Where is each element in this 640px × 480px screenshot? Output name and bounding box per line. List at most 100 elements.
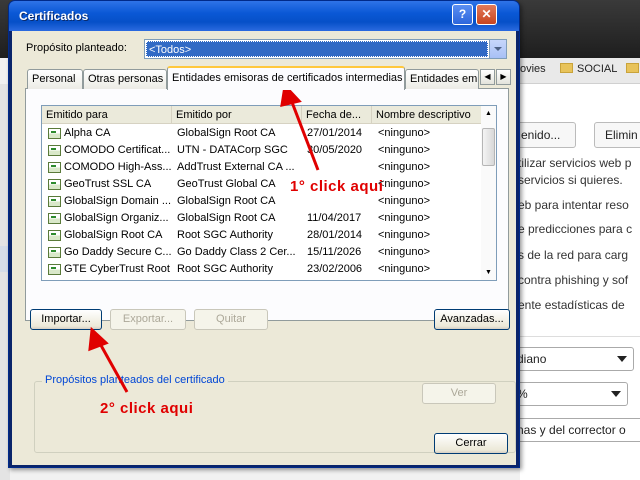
tab-intermediate-ca[interactable]: Entidades emisoras de certificados inter… xyxy=(167,66,405,90)
certificate-icon xyxy=(48,179,61,190)
cell-by: GlobalSign Root CA xyxy=(177,212,276,224)
table-row[interactable]: GeoTrust SSL CA GeoTrust Global CA <ningun… xyxy=(42,176,482,193)
cell-date: 27/01/2014 xyxy=(307,127,363,139)
tab-otras-personas[interactable]: Otras personas xyxy=(83,69,167,89)
table-row[interactable]: GlobalSign Domain ... GlobalSign Root CA <… xyxy=(42,193,482,210)
certificate-icon xyxy=(48,230,61,241)
certificate-icon xyxy=(48,162,61,173)
spellcheck-select-value: nas y del corrector o xyxy=(517,423,626,437)
cell-to: GTE CyberTrust Root xyxy=(64,263,170,275)
list-scrollbar[interactable]: ▲ ▼ xyxy=(481,106,496,280)
cell-name: <ninguno> xyxy=(378,161,430,173)
purpose-label: Propósito planteado: xyxy=(26,42,127,54)
zoom-select[interactable]: % xyxy=(510,382,628,406)
cell-to: GlobalSign Root CA xyxy=(64,229,163,241)
certificate-icon xyxy=(48,128,61,139)
dialog-title: Certificados xyxy=(19,9,89,23)
scrollbar-thumb[interactable] xyxy=(482,128,495,166)
bookmark-folder[interactable] xyxy=(626,63,640,75)
chevron-down-icon xyxy=(494,47,502,51)
cell-name: <ninguno> xyxy=(378,127,430,139)
cell-name: <ninguno> xyxy=(378,144,430,156)
table-row[interactable]: COMODO Certificat... UTN - DATACorp SGC 30… xyxy=(42,142,482,159)
settings-text-3: eb para intentar reso xyxy=(518,198,629,212)
table-row[interactable]: Alpha CA GlobalSign Root CA 27/01/2014 <nin… xyxy=(42,125,482,142)
help-icon: ? xyxy=(458,7,467,21)
certificate-icon xyxy=(48,247,61,258)
cell-date: 23/02/2006 xyxy=(307,263,363,275)
cell-to: Go Daddy Secure C... xyxy=(64,246,172,258)
cell-date: 11/04/2017 xyxy=(307,212,362,224)
scroll-up-icon[interactable]: ▲ xyxy=(481,106,496,121)
advanced-button[interactable]: Avanzadas... xyxy=(434,309,510,330)
table-row[interactable]: GTE CyberTrust Root Root SGC Authority 23/… xyxy=(42,261,482,278)
cell-name: <ninguno> xyxy=(378,212,430,224)
chevron-left-icon: ◀ xyxy=(484,72,491,81)
column-emitido-para[interactable]: Emitido para xyxy=(42,106,172,124)
dialog-body: Propósito planteado: <Todos> Personal Ot… xyxy=(12,31,516,465)
purpose-dropdown-button[interactable] xyxy=(489,40,506,58)
settings-text-6: contra phishing y sof xyxy=(518,273,629,287)
import-button[interactable]: Importar... xyxy=(30,309,102,330)
chevron-down-icon xyxy=(617,356,627,362)
cell-name: <ninguno> xyxy=(378,246,430,258)
language-select-value: diano xyxy=(517,352,547,366)
dialog-titlebar[interactable]: Certificados ? ✕ xyxy=(9,1,519,31)
close-icon: ✕ xyxy=(481,7,492,21)
cell-name: <ninguno> xyxy=(378,229,430,241)
tab-personal[interactable]: Personal xyxy=(27,69,83,89)
folder-icon xyxy=(560,63,573,73)
cell-name: <ninguno> xyxy=(378,195,430,207)
language-select[interactable]: diano xyxy=(510,347,634,371)
certificate-icon xyxy=(48,145,61,156)
cell-by: Root SGC Authority xyxy=(177,263,273,275)
cell-name: <ninguno> xyxy=(378,178,430,190)
column-emitido-por[interactable]: Emitido por xyxy=(172,106,302,124)
cell-by: AddTrust External CA ... xyxy=(177,161,295,173)
cell-by: GeoTrust Global CA xyxy=(177,178,276,190)
export-button[interactable]: Exportar... xyxy=(110,309,186,330)
help-button[interactable]: ? xyxy=(452,4,473,25)
divider xyxy=(520,336,640,337)
cell-by: Root SGC Authority xyxy=(177,229,273,241)
certificate-icon xyxy=(48,213,61,224)
settings-text-4: e predicciones para c xyxy=(518,222,633,236)
remove-button[interactable]: Quitar xyxy=(194,309,268,330)
view-button[interactable]: Ver xyxy=(422,383,496,404)
table-row[interactable]: GlobalSign Organiz... GlobalSign Root CA 1… xyxy=(42,210,482,227)
spellcheck-select[interactable]: nas y del corrector o xyxy=(510,418,640,442)
cell-date: 30/05/2020 xyxy=(307,144,363,156)
cell-date: 15/11/2026 xyxy=(307,246,362,258)
delete-button[interactable]: Elimin xyxy=(594,122,640,148)
close-button[interactable]: Cerrar xyxy=(434,433,508,454)
purposes-group-label: Propósitos planteados del certificado xyxy=(42,374,228,386)
list-header: Emitido para Emitido por Fecha de... Nom… xyxy=(42,106,482,124)
table-row[interactable]: COMODO High-Ass... AddTrust External CA .… xyxy=(42,159,482,176)
certificate-list[interactable]: Emitido para Emitido por Fecha de... Nom… xyxy=(41,105,497,281)
scroll-down-icon[interactable]: ▼ xyxy=(481,265,496,280)
bookmark-social[interactable]: SOCIAL xyxy=(560,63,617,75)
settings-text-7: ente estadísticas de xyxy=(518,298,625,312)
cell-by: GlobalSign Root CA xyxy=(177,127,276,139)
tab-scroll-right-button[interactable]: ▶ xyxy=(496,69,511,85)
tab-scroll-left-button[interactable]: ◀ xyxy=(480,69,495,85)
column-fecha[interactable]: Fecha de... xyxy=(302,106,372,124)
settings-text-5: s de la red para carg xyxy=(518,248,629,262)
column-nombre[interactable]: Nombre descriptivo xyxy=(372,106,482,124)
table-row[interactable]: Go Daddy Secure C... Go Daddy Class 2 Cer… xyxy=(42,244,482,261)
cell-to: GlobalSign Organiz... xyxy=(64,212,169,224)
certificates-dialog: Certificados ? ✕ Propósito planteado: <T… xyxy=(8,0,520,468)
cell-to: Alpha CA xyxy=(64,127,111,139)
cell-date: 28/01/2014 xyxy=(307,229,363,241)
chevron-down-icon xyxy=(611,391,621,397)
close-window-button[interactable]: ✕ xyxy=(476,4,497,25)
bookmark-movies[interactable]: ovies xyxy=(520,63,546,75)
purpose-select[interactable]: <Todos> xyxy=(144,39,507,59)
cell-to: COMODO Certificat... xyxy=(64,144,171,156)
annotation-step-1: 1° click aqui xyxy=(290,178,384,195)
cell-to: COMODO High-Ass... xyxy=(64,161,172,173)
annotation-step-2: 2° click aqui xyxy=(100,400,194,417)
tab-root-ca[interactable]: Entidades emi xyxy=(405,69,479,89)
table-row[interactable]: GlobalSign Root CA Root SGC Authority 28/0… xyxy=(42,227,482,244)
chevron-right-icon: ▶ xyxy=(500,72,507,81)
